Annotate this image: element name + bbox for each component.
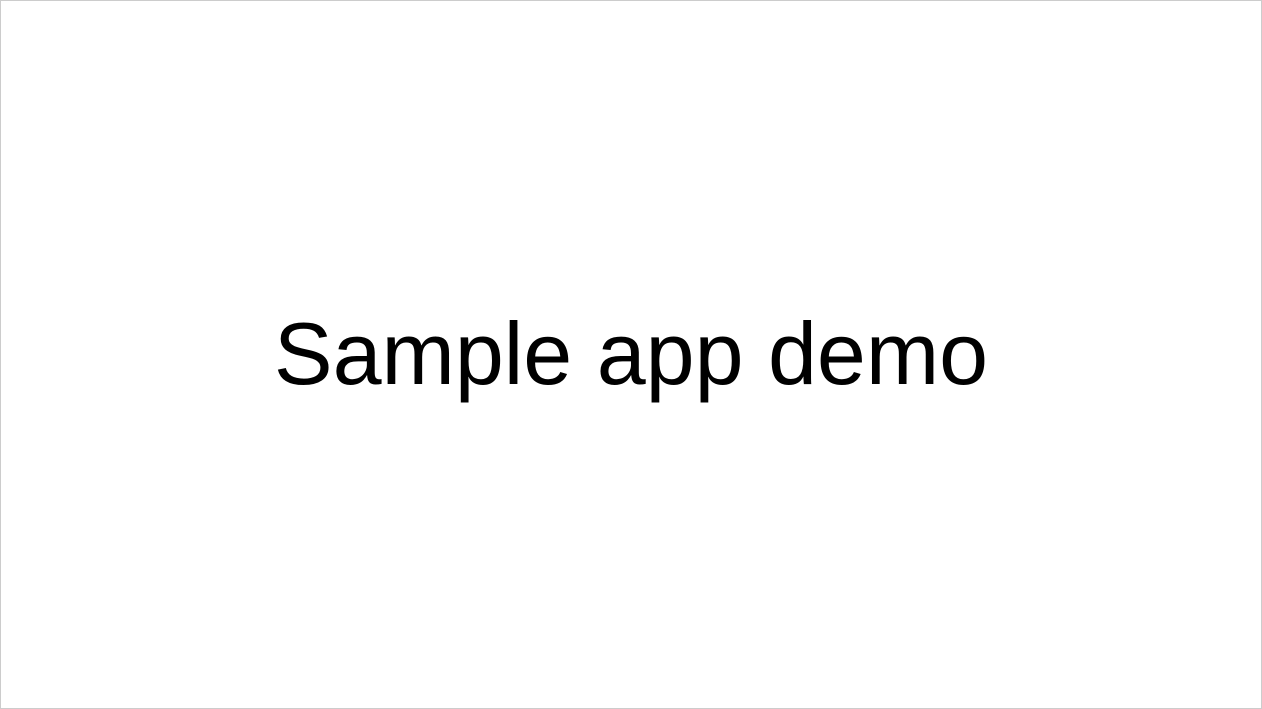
slide-title: Sample app demo [1,306,1261,403]
slide-content: Sample app demo [1,306,1261,403]
